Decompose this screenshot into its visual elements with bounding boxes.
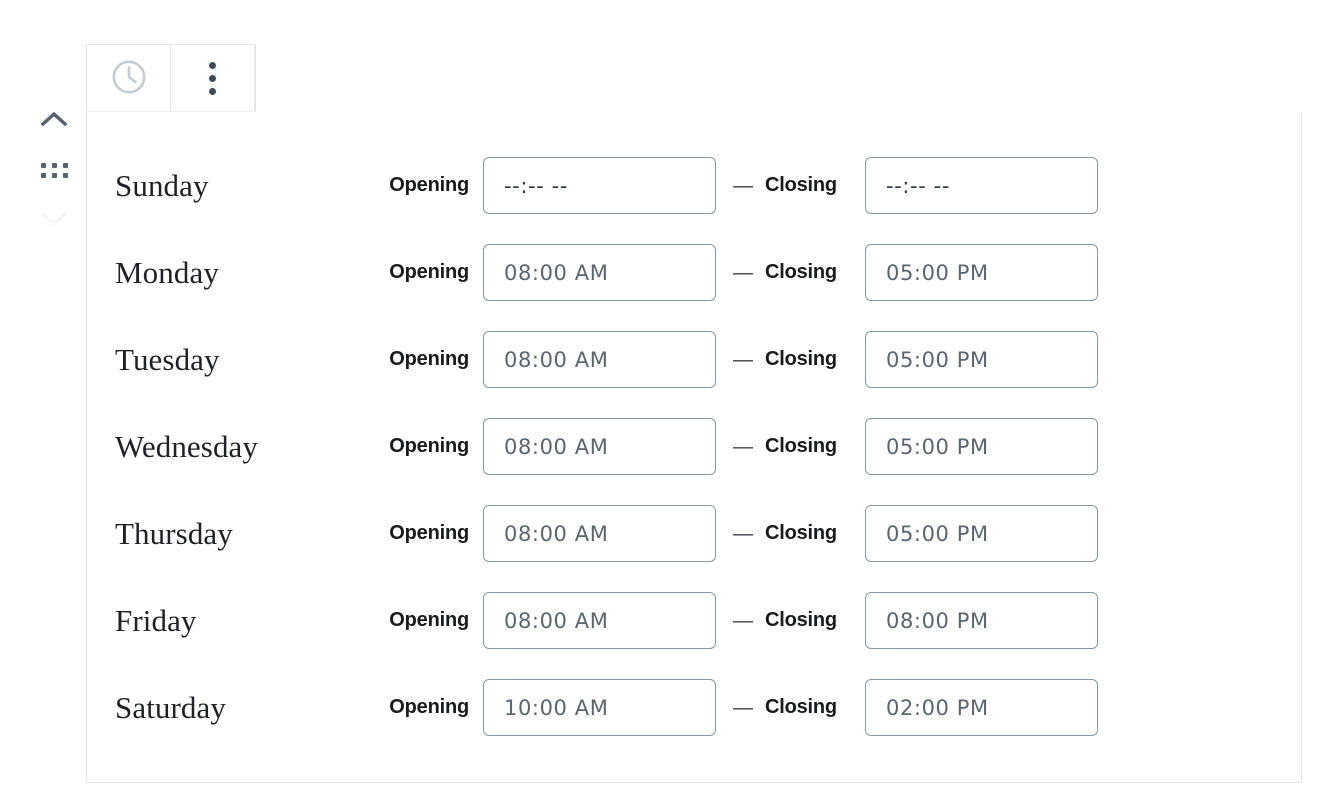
day-name-label: Friday <box>115 603 197 638</box>
closing-time-input[interactable] <box>865 418 1098 475</box>
block-drag-handle[interactable] <box>34 150 74 190</box>
opening-time-input[interactable] <box>483 157 716 214</box>
closing-label: Closing <box>765 174 837 196</box>
block-options-button[interactable] <box>171 45 255 111</box>
day-row: Saturday Opening — Closing <box>87 664 1301 751</box>
opening-time-input[interactable] <box>483 592 716 649</box>
closing-time-input[interactable] <box>865 331 1098 388</box>
day-row: Monday Opening — Closing <box>87 229 1301 316</box>
range-separator: — <box>733 609 753 632</box>
day-name-label: Saturday <box>115 690 226 725</box>
day-row: Thursday Opening — Closing <box>87 490 1301 577</box>
opening-label: Opening <box>389 522 469 544</box>
chevron-down-icon <box>40 211 68 230</box>
opening-label: Opening <box>389 609 469 631</box>
closing-label: Closing <box>765 348 837 370</box>
day-row: Wednesday Opening — Closing <box>87 403 1301 490</box>
clock-icon <box>110 58 148 99</box>
closing-time-input[interactable] <box>865 679 1098 736</box>
range-separator: — <box>733 522 753 545</box>
day-name-label: Wednesday <box>115 429 259 464</box>
opening-time-input[interactable] <box>483 679 716 736</box>
closing-time-input[interactable] <box>865 505 1098 562</box>
opening-time-input[interactable] <box>483 331 716 388</box>
day-name-label: Monday <box>115 255 219 290</box>
opening-label: Opening <box>389 348 469 370</box>
opening-label: Opening <box>389 174 469 196</box>
day-name-label: Thursday <box>115 516 233 551</box>
range-separator: — <box>733 696 753 719</box>
range-separator: — <box>733 348 753 371</box>
move-block-up-button[interactable] <box>34 100 74 140</box>
chevron-up-icon <box>40 111 68 130</box>
closing-label: Closing <box>765 609 837 631</box>
opening-time-input[interactable] <box>483 244 716 301</box>
closing-label: Closing <box>765 435 837 457</box>
range-separator: — <box>733 435 753 458</box>
day-name-label: Tuesday <box>115 342 220 377</box>
opening-label: Opening <box>389 435 469 457</box>
opening-time-input[interactable] <box>483 418 716 475</box>
range-separator: — <box>733 261 753 284</box>
closing-label: Closing <box>765 261 837 283</box>
block-toolbar <box>86 44 256 112</box>
opening-time-input[interactable] <box>483 505 716 562</box>
closing-time-input[interactable] <box>865 244 1098 301</box>
day-name-label: Sunday <box>115 168 209 203</box>
day-row: Sunday Opening — Closing <box>87 142 1301 229</box>
opening-label: Opening <box>389 696 469 718</box>
day-row: Friday Opening — Closing <box>87 577 1301 664</box>
opening-hours-panel: Sunday Opening — Closing Monday Opening — Closi… <box>86 112 1302 783</box>
closing-time-input[interactable] <box>865 157 1098 214</box>
closing-time-input[interactable] <box>865 592 1098 649</box>
closing-label: Closing <box>765 696 837 718</box>
closing-label: Closing <box>765 522 837 544</box>
move-block-down-button[interactable] <box>34 200 74 240</box>
day-row: Tuesday Opening — Closing <box>87 316 1301 403</box>
range-separator: — <box>733 174 753 197</box>
drag-handle-icon <box>40 162 68 178</box>
more-options-icon <box>209 61 216 95</box>
block-type-clock-button[interactable] <box>87 45 171 111</box>
opening-label: Opening <box>389 261 469 283</box>
block-mover-rail <box>34 100 74 240</box>
